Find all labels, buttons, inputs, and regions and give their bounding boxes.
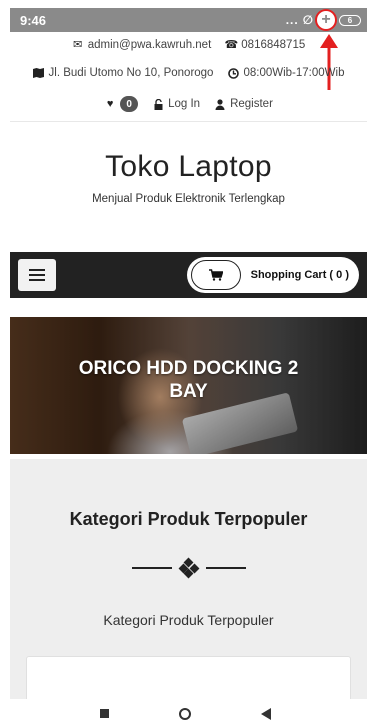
shopping-cart-button[interactable]: Shopping Cart ( 0 )	[186, 257, 359, 293]
ornament-diamond-icon	[178, 557, 199, 579]
battery-level: 6	[347, 15, 353, 25]
register-label: Register	[230, 98, 273, 110]
menu-icon-bar	[29, 269, 45, 271]
category-section: Kategori Produk Terpopuler Kategori Prod…	[10, 459, 367, 699]
email-link[interactable]: ✉ admin@pwa.kawruh.net	[72, 38, 212, 52]
menu-toggle-button[interactable]	[18, 259, 56, 291]
recent-apps-icon[interactable]	[99, 709, 109, 718]
back-icon[interactable]	[260, 707, 271, 720]
cart-icon	[190, 260, 241, 290]
main-navbar: Shopping Cart ( 0 )	[10, 252, 367, 298]
category-title: Kategori Produk Terpopuler	[69, 509, 308, 529]
mute-icon: ∅	[302, 13, 313, 27]
menu-icon-bar	[29, 279, 45, 281]
status-dots: ...	[285, 13, 299, 27]
store-title[interactable]: Toko Laptop	[10, 150, 367, 184]
wishlist-link[interactable]: ♥ 0	[104, 96, 139, 112]
address-item: Jl. Budi Utomo No 10, Ponorogo	[33, 67, 214, 79]
add-to-homescreen-icon[interactable]: +	[317, 11, 335, 29]
email-text: admin@pwa.kawruh.net	[87, 38, 212, 51]
address-text: Jl. Budi Utomo No 10, Ponorogo	[48, 67, 214, 79]
wishlist-count-badge: 0	[120, 96, 139, 112]
android-navigation-bar	[0, 700, 370, 727]
map-icon	[33, 68, 45, 78]
promo-banner[interactable]: ORICO HDD DOCKING 2 BAY	[10, 317, 367, 454]
phone-link[interactable]: ☎ 0816848715	[224, 38, 306, 52]
battery-icon: 6	[339, 14, 361, 26]
section-ornament	[10, 557, 367, 579]
ornament-dash	[131, 567, 172, 569]
status-bar: 9:46 ... ∅ + 6	[10, 8, 367, 32]
status-icons: ... ∅ + 6	[286, 11, 361, 29]
contact-row-1: ✉ admin@pwa.kawruh.net ☎ 0816848715	[10, 38, 367, 52]
register-link[interactable]: Register	[214, 98, 273, 110]
product-card[interactable]	[26, 656, 351, 699]
menu-icon-bar	[29, 274, 45, 276]
phone-text: 0816848715	[241, 38, 306, 51]
phone-icon: ☎	[224, 39, 239, 51]
contact-row-2: Jl. Budi Utomo No 10, Ponorogo 08:00Wib-…	[10, 67, 367, 79]
hours-text: 08:00Wib-17:00Wib	[243, 67, 345, 79]
header-divider	[10, 121, 367, 122]
ornament-dash	[205, 567, 246, 569]
clock-icon	[227, 67, 239, 79]
category-subtitle: Kategori Produk Terpopuler	[103, 612, 274, 628]
cart-label: Shopping Cart ( 0 )	[250, 269, 349, 281]
lock-icon	[152, 98, 164, 110]
login-link[interactable]: Log In	[152, 98, 200, 110]
banner-title: ORICO HDD DOCKING 2 BAY	[78, 358, 299, 402]
envelope-icon: ✉	[73, 39, 83, 51]
login-label: Log In	[168, 98, 201, 110]
store-subtitle: Menjual Produk Elektronik Terlengkap	[92, 193, 285, 205]
home-icon[interactable]	[178, 707, 191, 720]
account-row: ♥ 0 Log In Register	[10, 96, 367, 112]
user-icon	[214, 98, 226, 110]
hours-item: 08:00Wib-17:00Wib	[227, 67, 344, 79]
heart-icon: ♥	[106, 98, 114, 110]
status-time: 9:46	[20, 12, 47, 28]
